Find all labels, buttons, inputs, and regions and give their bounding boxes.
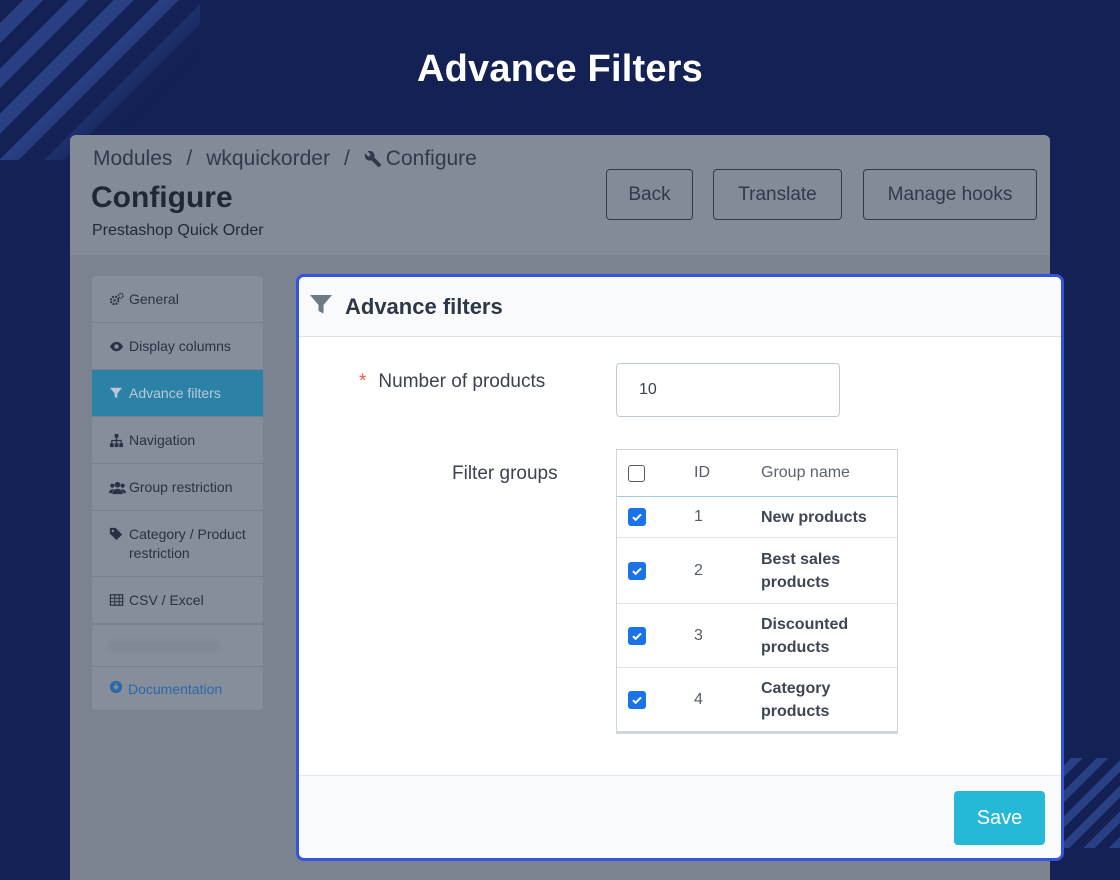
number-of-products-input[interactable] — [616, 363, 840, 417]
sidebar-item-label: Display columns — [129, 338, 231, 354]
sidebar-item-label: Advance filters — [129, 385, 221, 401]
users-icon — [109, 480, 126, 495]
filter-groups-table: ID Group name 1 New products 2 Best sale… — [616, 449, 898, 734]
sidebar-item-label: Category / Product restriction — [129, 526, 246, 561]
panel-footer: Save — [299, 775, 1061, 858]
save-button[interactable]: Save — [954, 791, 1045, 845]
sidebar-item-category-product-restriction[interactable]: Category / Product restriction — [92, 511, 263, 577]
row-checkbox[interactable] — [628, 626, 646, 645]
group-name: Best sales products — [761, 550, 841, 591]
row-checkbox[interactable] — [628, 508, 646, 526]
page-title: Configure — [91, 181, 233, 214]
decorative-stripes — [1060, 758, 1120, 848]
sidebar-item-display-columns[interactable]: Display columns — [92, 323, 263, 370]
select-all-checkbox[interactable] — [628, 464, 645, 482]
table-row: 3 Discounted products — [617, 603, 897, 667]
column-header-id: ID — [694, 464, 710, 481]
sidebar-item-general[interactable]: General — [92, 276, 263, 323]
back-button[interactable]: Back — [606, 169, 693, 220]
tag-icon — [109, 527, 124, 542]
group-id: 3 — [694, 626, 703, 644]
checkmark-icon — [632, 632, 642, 640]
sidebar-item-label: General — [129, 291, 179, 307]
blurred-item — [92, 625, 263, 667]
sidebar-item-label: CSV / Excel — [129, 592, 204, 608]
sidebar-item-group-restriction[interactable]: Group restriction — [92, 464, 263, 511]
documentation-label: Documentation — [128, 680, 223, 697]
table-row: 2 Best sales products — [617, 537, 897, 603]
table-row: 4 Category products — [617, 667, 897, 731]
sitemap-icon — [109, 433, 124, 448]
table-header-row: ID Group name — [617, 450, 897, 497]
filter-icon — [309, 292, 333, 321]
number-of-products-text: Number of products — [378, 371, 546, 392]
sidebar-item-navigation[interactable]: Navigation — [92, 417, 263, 464]
filter-icon — [109, 386, 124, 401]
group-id: 1 — [694, 508, 703, 525]
number-of-products-label: * Number of products — [359, 371, 545, 393]
breadcrumb-separator: / — [343, 147, 350, 170]
checkmark-icon — [632, 567, 642, 575]
manage-hooks-button[interactable]: Manage hooks — [863, 169, 1037, 220]
gears-icon — [109, 292, 124, 307]
sidebar-item-label: Group restriction — [129, 479, 233, 495]
table-icon — [109, 593, 124, 608]
row-checkbox[interactable] — [628, 690, 646, 709]
translate-button[interactable]: Translate — [713, 169, 842, 220]
panel-title: Advance filters — [345, 293, 503, 319]
sidebar-item-advance-filters[interactable]: Advance filters — [92, 370, 263, 417]
breadcrumb-item-configure: Configure — [385, 147, 477, 170]
group-id: 4 — [694, 690, 703, 708]
checkmark-icon — [632, 696, 642, 704]
wrench-icon — [364, 150, 382, 168]
secondary-sidebar: Documentation — [92, 625, 263, 710]
advance-filters-panel: Advance filters * Number of products Filt… — [296, 274, 1064, 861]
required-mark: * — [359, 371, 367, 392]
column-header-group-name: Group name — [761, 464, 850, 481]
group-name: Discounted products — [761, 615, 849, 656]
breadcrumb-item-module[interactable]: wkquickorder — [206, 147, 330, 171]
breadcrumb-item-modules[interactable]: Modules — [93, 147, 172, 171]
group-name: New products — [761, 508, 867, 526]
panel-header: Advance filters — [299, 277, 1061, 337]
group-name: Category products — [761, 679, 831, 720]
breadcrumb: Modules / wkquickorder / Configure — [93, 147, 477, 171]
group-id: 2 — [694, 561, 703, 579]
page-header: Modules / wkquickorder / Configure Confi… — [70, 135, 1050, 255]
documentation-link[interactable]: Documentation — [92, 667, 263, 710]
checkmark-icon — [632, 513, 642, 522]
table-row: 1 New products — [617, 497, 897, 537]
page-subtitle: Prestashop Quick Order — [92, 222, 264, 239]
hero-title: Advance Filters — [417, 48, 703, 90]
config-sidebar: General Display columns Advance filters … — [92, 276, 263, 623]
breadcrumb-separator: / — [186, 147, 193, 170]
sidebar-item-csv-excel[interactable]: CSV / Excel — [92, 577, 263, 623]
sidebar-item-label: Navigation — [129, 432, 196, 448]
download-circle-icon — [109, 680, 123, 697]
eye-icon — [109, 339, 124, 354]
filter-groups-label: Filter groups — [452, 463, 558, 484]
row-checkbox[interactable] — [628, 561, 646, 580]
